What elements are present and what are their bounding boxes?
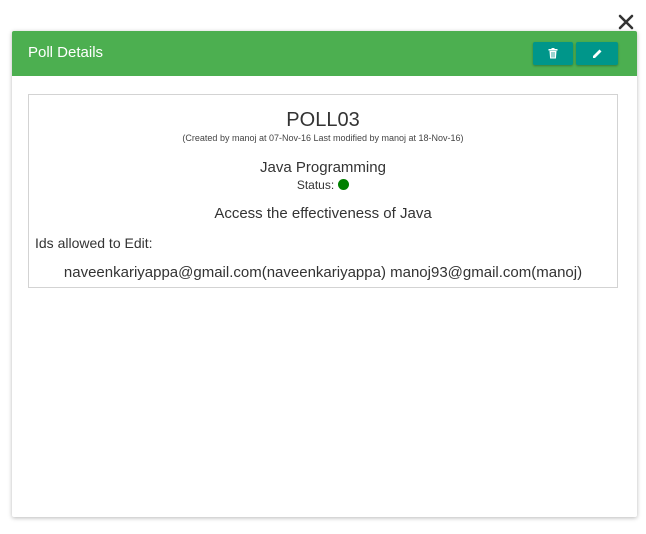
ids-allowed-label: Ids allowed to Edit:: [35, 235, 153, 251]
ids-allowed-list: naveenkariyappa@gmail.com(naveenkariyapp…: [63, 264, 583, 281]
delete-button[interactable]: [533, 42, 573, 65]
status-indicator: [338, 179, 350, 190]
status-label: Status:: [296, 178, 335, 192]
modal-title: Poll Details: [28, 44, 104, 61]
trash-icon: [548, 48, 558, 59]
poll-id: POLL03: [286, 109, 360, 131]
pencil-icon: [592, 49, 601, 58]
poll-meta: (Created by manoj at 07-Nov-16 Last modi…: [182, 133, 464, 143]
poll-description: Access the effectiveness of Java: [214, 205, 432, 222]
poll-details-box: POLL03 (Created by manoj at 07-Nov-16 La…: [28, 94, 618, 288]
modal-header: Poll Details: [12, 31, 637, 76]
edit-button[interactable]: [576, 42, 618, 65]
close-icon: [618, 14, 634, 30]
status-row: Status:: [29, 178, 617, 192]
poll-details-modal: Poll Details POLL03 (Created by manoj at…: [12, 31, 637, 517]
poll-name: Java Programming: [260, 159, 386, 176]
